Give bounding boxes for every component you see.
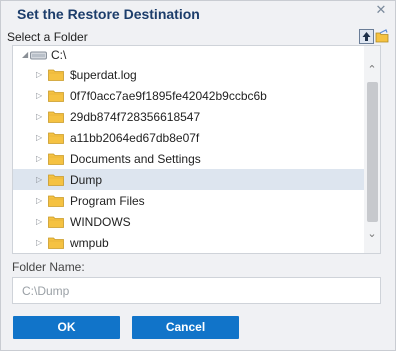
expand-arrow-icon[interactable]: ▷ xyxy=(36,133,44,142)
scroll-thumb[interactable] xyxy=(367,82,378,222)
tree-folder-label: WINDOWS xyxy=(70,214,131,229)
tree-folder-label: 29db874f728356618547 xyxy=(70,109,201,124)
vertical-scrollbar[interactable]: ⌃ ⌄ xyxy=(364,46,380,253)
folder-icon xyxy=(48,111,64,123)
tree-folder-item[interactable]: ▷ Program Files xyxy=(13,190,364,211)
tree-folder-item[interactable]: ▷ wmpub xyxy=(13,232,364,253)
ok-button[interactable]: OK xyxy=(13,316,120,339)
select-folder-label: Select a Folder xyxy=(7,30,88,44)
folder-icon xyxy=(48,195,64,207)
folder-icon xyxy=(48,69,64,81)
restore-destination-dialog: Set the Restore Destination ✕ Select a F… xyxy=(0,0,396,351)
tree-folder-label: 0f7f0acc7ae9f1895fe42042b9ccbc6b xyxy=(70,88,267,103)
folder-icon xyxy=(48,216,64,228)
folder-icon xyxy=(48,90,64,102)
expand-arrow-icon[interactable]: ▷ xyxy=(36,154,44,163)
close-icon[interactable]: ✕ xyxy=(375,3,387,16)
folder-icon xyxy=(48,153,64,165)
tree-folder-label: a11bb2064ed67db8e07f xyxy=(70,130,200,145)
cancel-button[interactable]: Cancel xyxy=(132,316,239,339)
tree-root-drive[interactable]: ◢ C:\ xyxy=(22,47,66,63)
tree-folder-item[interactable]: ▷ a11bb2064ed67db8e07f xyxy=(13,127,364,148)
folder-icon xyxy=(48,237,64,249)
scroll-up-icon[interactable]: ⌃ xyxy=(364,62,380,78)
dialog-title: Set the Restore Destination xyxy=(17,6,200,22)
tree-folder-label: wmpub xyxy=(70,235,109,250)
folder-icon xyxy=(48,132,64,144)
collapse-arrow-icon[interactable]: ◢ xyxy=(22,51,30,59)
tree-folder-item[interactable]: ▷ $uperdat.log xyxy=(13,64,364,85)
expand-arrow-icon[interactable]: ▷ xyxy=(36,175,44,184)
drive-icon xyxy=(30,51,47,59)
tree-folder-item[interactable]: ▷ WINDOWS xyxy=(13,211,364,232)
tree-folder-label: $uperdat.log xyxy=(70,67,137,82)
expand-arrow-icon[interactable]: ▷ xyxy=(36,112,44,121)
folder-name-input[interactable] xyxy=(12,277,381,304)
expand-arrow-icon[interactable]: ▷ xyxy=(36,70,44,79)
tree-root-label: C:\ xyxy=(51,48,67,62)
expand-arrow-icon[interactable]: ▷ xyxy=(36,196,44,205)
tree-folder-item[interactable]: ▷ 0f7f0acc7ae9f1895fe42042b9ccbc6b xyxy=(13,85,364,106)
tree-folder-label: Program Files xyxy=(70,193,145,208)
folder-tree: ◢ C:\ ▷ $uperdat.log ▷ 0f7f0acc7ae9f1895fe4… xyxy=(12,45,381,254)
folder-icon xyxy=(48,174,64,186)
tree-folder-item[interactable]: ▷ Dump xyxy=(13,169,364,190)
folder-name-label: Folder Name: xyxy=(12,260,85,274)
scroll-down-icon[interactable]: ⌄ xyxy=(364,226,380,242)
folder-tree-list: ◢ C:\ ▷ $uperdat.log ▷ 0f7f0acc7ae9f1895fe4… xyxy=(13,46,364,253)
expand-arrow-icon[interactable]: ▷ xyxy=(36,217,44,226)
tree-folder-label: Dump xyxy=(70,172,103,187)
expand-arrow-icon[interactable]: ▷ xyxy=(36,91,44,100)
tree-folder-item[interactable]: ▷ 29db874f728356618547 xyxy=(13,106,364,127)
folder-up-icon[interactable] xyxy=(359,29,374,44)
tree-folder-item[interactable]: ▷ Documents and Settings xyxy=(13,148,364,169)
new-folder-icon[interactable] xyxy=(375,29,390,44)
tree-folder-label: Documents and Settings xyxy=(70,151,201,166)
expand-arrow-icon[interactable]: ▷ xyxy=(36,238,44,247)
